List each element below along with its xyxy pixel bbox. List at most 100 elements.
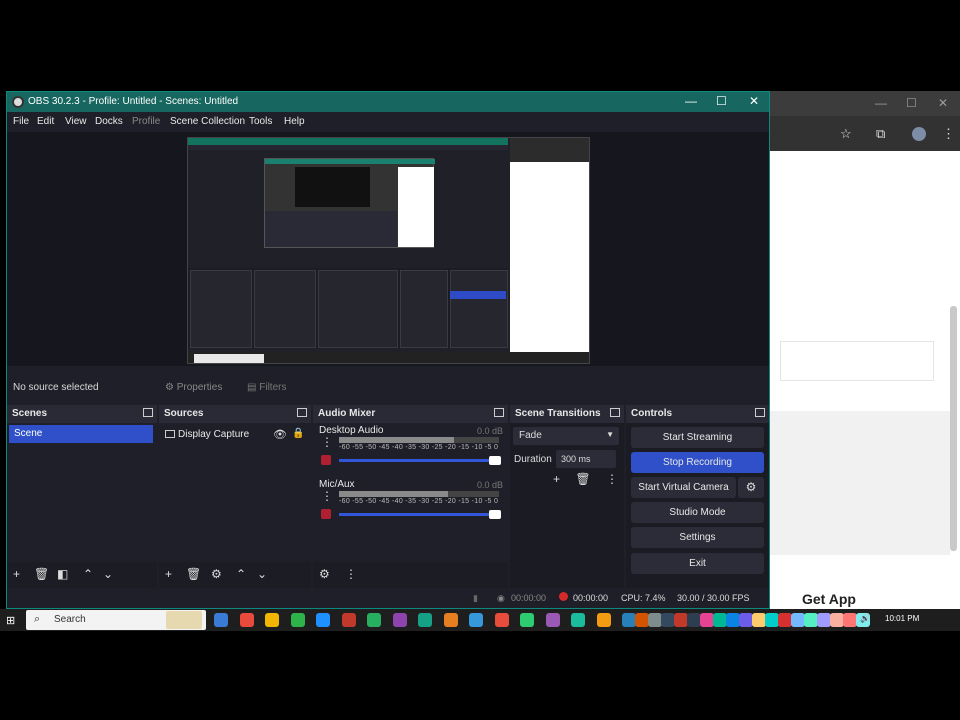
taskbar-app-icon[interactable] xyxy=(596,613,611,627)
menu-scene-collection[interactable]: Scene Collection xyxy=(170,116,245,127)
browser-minimize-button[interactable]: — xyxy=(875,96,887,110)
taskbar-app-icon[interactable] xyxy=(367,613,381,627)
taskbar-app-icon[interactable] xyxy=(494,613,509,627)
gear-icon[interactable]: ⚙ xyxy=(319,567,330,581)
more-icon[interactable]: ⋮ xyxy=(321,489,333,503)
popout-icon[interactable] xyxy=(143,408,153,417)
taskbar-app-icon[interactable] xyxy=(214,613,228,627)
taskbar-app-icon[interactable] xyxy=(341,613,356,627)
menu-file[interactable]: File xyxy=(13,116,29,127)
taskbar-app-icon[interactable] xyxy=(316,613,330,627)
add-icon[interactable]: + xyxy=(553,472,560,486)
studio-mode-button[interactable]: Studio Mode xyxy=(631,502,764,523)
menu-icon[interactable]: ⋮ xyxy=(942,126,955,142)
avatar[interactable] xyxy=(912,127,926,141)
taskbar-app-icon[interactable] xyxy=(843,613,857,627)
lock-icon[interactable]: 🔒 xyxy=(292,428,304,439)
taskbar-app-icon[interactable] xyxy=(239,613,254,627)
add-icon[interactable]: + xyxy=(165,567,172,581)
taskbar-app-icon[interactable] xyxy=(648,613,662,627)
filters-button[interactable]: ▤ Filters xyxy=(247,382,286,393)
gear-icon[interactable]: ⚙ xyxy=(211,567,222,581)
up-arrow-icon[interactable]: ⌃ xyxy=(83,567,93,581)
star-icon[interactable]: ☆ xyxy=(840,126,852,142)
slider-knob[interactable] xyxy=(489,456,501,465)
more-icon[interactable]: ⋮ xyxy=(606,472,618,486)
exit-button[interactable]: Exit xyxy=(631,553,764,574)
taskbar-app-icon[interactable] xyxy=(817,613,831,627)
taskbar-app-icon[interactable] xyxy=(571,613,585,627)
down-arrow-icon[interactable]: ⌄ xyxy=(257,567,267,581)
menu-help[interactable]: Help xyxy=(284,116,305,127)
trash-icon[interactable]: 🗑 xyxy=(186,567,201,581)
taskbar-app-icon[interactable] xyxy=(622,613,636,627)
taskbar-app-icon[interactable] xyxy=(713,613,727,627)
popout-icon[interactable] xyxy=(297,408,307,417)
taskbar-app-icon[interactable] xyxy=(765,613,779,627)
scene-item[interactable]: Scene xyxy=(9,425,153,443)
volume-slider[interactable] xyxy=(339,456,501,465)
trash-icon[interactable]: 🗑 xyxy=(575,472,590,486)
taskbar-app-icon[interactable] xyxy=(700,613,714,627)
taskbar-app-icon[interactable] xyxy=(674,613,688,627)
extensions-icon[interactable]: ⧉ xyxy=(876,126,885,142)
windows-start-icon[interactable]: ⊞ xyxy=(6,614,17,627)
system-tray[interactable]: 🔊 xyxy=(860,614,870,623)
taskbar-app-icon[interactable] xyxy=(392,613,407,627)
add-icon[interactable]: + xyxy=(13,567,20,581)
preview-area[interactable] xyxy=(7,132,769,366)
up-arrow-icon[interactable]: ⌃ xyxy=(236,567,246,581)
menu-docks[interactable]: Docks xyxy=(95,116,123,127)
filter-icon[interactable]: ◧ xyxy=(57,567,68,581)
browser-maximize-button[interactable]: ☐ xyxy=(906,96,917,110)
browser-close-button[interactable]: ✕ xyxy=(938,96,948,110)
browser-scrollbar[interactable] xyxy=(950,306,957,551)
popout-icon[interactable] xyxy=(494,408,504,417)
menu-view[interactable]: View xyxy=(65,116,87,127)
menu-profile[interactable]: Profile xyxy=(132,116,160,127)
more-icon[interactable]: ⋮ xyxy=(321,435,333,449)
trash-icon[interactable]: 🗑 xyxy=(34,567,49,581)
taskbar-app-icon[interactable] xyxy=(687,613,701,627)
clock[interactable]: 10:01 PM xyxy=(885,614,919,623)
menu-edit[interactable]: Edit xyxy=(37,116,54,127)
taskbar-app-icon[interactable] xyxy=(752,613,766,627)
minimize-button[interactable]: — xyxy=(685,94,697,108)
volume-slider[interactable] xyxy=(339,510,501,519)
taskbar-app-icon[interactable] xyxy=(635,613,649,627)
taskbar-app-icon[interactable] xyxy=(443,613,458,627)
preview-canvas[interactable] xyxy=(187,137,590,364)
start-virtual-camera-button[interactable]: Start Virtual Camera xyxy=(631,477,736,498)
taskbar-app-icon[interactable] xyxy=(830,613,844,627)
start-streaming-button[interactable]: Start Streaming xyxy=(631,427,764,448)
down-arrow-icon[interactable]: ⌄ xyxy=(103,567,113,581)
mute-icon[interactable] xyxy=(321,455,331,465)
taskbar-app-icon[interactable] xyxy=(778,613,792,627)
taskbar-search[interactable]: ⌕ Search xyxy=(26,610,206,630)
taskbar-app-icon[interactable] xyxy=(265,613,279,627)
menu-tools[interactable]: Tools xyxy=(249,116,272,127)
slider-knob[interactable] xyxy=(489,510,501,519)
stop-recording-button[interactable]: Stop Recording xyxy=(631,452,764,473)
close-button[interactable]: ✕ xyxy=(749,94,759,108)
taskbar-app-icon[interactable] xyxy=(469,613,483,627)
taskbar-app-icon[interactable] xyxy=(545,613,560,627)
maximize-button[interactable]: ☐ xyxy=(716,94,727,108)
taskbar-app-icon[interactable] xyxy=(804,613,818,627)
source-item[interactable]: Display Capture xyxy=(165,429,249,440)
taskbar-app-icon[interactable] xyxy=(726,613,740,627)
mute-icon[interactable] xyxy=(321,509,331,519)
duration-field[interactable]: 300 ms xyxy=(556,450,616,468)
popout-icon[interactable] xyxy=(610,408,620,417)
taskbar-app-icon[interactable] xyxy=(520,613,534,627)
taskbar-app-icon[interactable] xyxy=(661,613,675,627)
transition-select[interactable]: Fade ▼ xyxy=(513,427,619,445)
more-icon[interactable]: ⋮ xyxy=(345,567,357,581)
eye-icon[interactable]: 👁 xyxy=(273,428,287,441)
taskbar-app-icon[interactable] xyxy=(418,613,432,627)
get-app-link[interactable]: Get App xyxy=(802,591,856,607)
popout-icon[interactable] xyxy=(755,408,765,417)
taskbar-app-icon[interactable] xyxy=(791,613,805,627)
taskbar-app-icon[interactable] xyxy=(290,613,305,627)
settings-button[interactable]: Settings xyxy=(631,527,764,548)
